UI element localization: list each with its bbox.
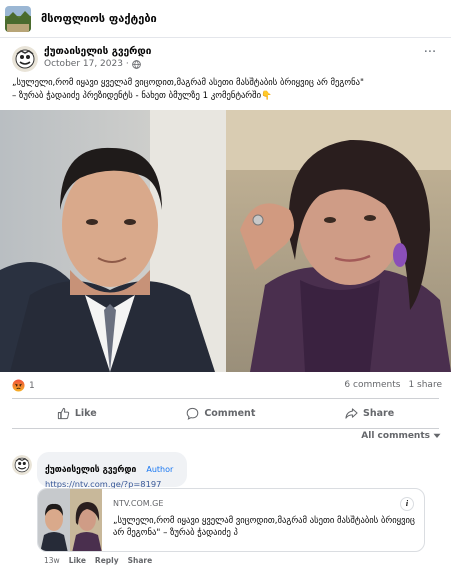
- reaction-count-group[interactable]: 1: [12, 379, 35, 392]
- like-label: Like: [74, 408, 97, 419]
- post-date[interactable]: October 17, 2023 ·: [44, 59, 129, 69]
- engagement-counts: 6 comments 1 share: [344, 380, 442, 390]
- comment-actions: 13w Like Reply Share: [44, 556, 152, 565]
- thumbs-up-icon: [57, 407, 69, 420]
- divider: [12, 428, 439, 429]
- comment-like-button[interactable]: Like: [69, 556, 86, 565]
- link-preview-thumbnail: [38, 489, 102, 551]
- comments-count[interactable]: 6 comments: [344, 380, 400, 390]
- share-button[interactable]: Share: [345, 407, 394, 420]
- link-preview-title: „სულელი,რომ იყავი ყველამ ვიცოდით,მაგრამ …: [113, 516, 415, 538]
- more-options-button[interactable]: ···: [421, 46, 439, 66]
- share-arrow-icon: [345, 408, 358, 419]
- divider: [12, 398, 439, 399]
- like-button[interactable]: Like: [57, 407, 97, 420]
- comment-author-avatar[interactable]: [12, 455, 32, 475]
- reaction-count: 1: [29, 380, 35, 391]
- post-text: „სულელი,რომ იყავი ყველამ ვიცოდით,მაგრამ …: [12, 77, 442, 102]
- link-preview-card[interactable]: NTV.COM.GE „სულელი,რომ იყავი ყველამ ვიცო…: [37, 488, 425, 552]
- comment-header: ქუთაისელის გვერდი Author: [45, 457, 179, 476]
- post-photo[interactable]: [0, 110, 451, 372]
- comment-time[interactable]: 13w: [44, 556, 60, 565]
- chevron-down-icon: [433, 433, 441, 438]
- comment-bubble: ქუთაისელის გვერდი Author https://ntv.com…: [37, 452, 187, 489]
- info-icon[interactable]: i: [400, 497, 414, 511]
- post-text-line-2: – ზურაბ ჭადაიძე პრეზიდენტს - ნახეთ ბმულზ…: [12, 90, 272, 101]
- author-avatar[interactable]: [12, 46, 38, 72]
- shares-count[interactable]: 1 share: [408, 380, 442, 390]
- comment-sort-dropdown[interactable]: All comments: [361, 431, 441, 441]
- comment-button[interactable]: Comment: [186, 407, 255, 420]
- globe-icon: [131, 59, 141, 69]
- comment-sort-label: All comments: [361, 431, 430, 441]
- post-actions: Like Comment Share: [12, 401, 439, 426]
- post-header: ქუთაისელის გვერდი October 17, 2023 · ···: [0, 44, 451, 74]
- comment-share-button[interactable]: Share: [128, 556, 153, 565]
- comment-author-name[interactable]: ქუთაისელის გვერდი: [45, 465, 136, 475]
- author-badge: Author: [146, 465, 174, 474]
- comment-label: Comment: [204, 408, 256, 419]
- post-author-name[interactable]: ქუთაისელის გვერდი: [44, 46, 151, 57]
- link-preview-domain: NTV.COM.GE: [113, 499, 164, 508]
- angry-reaction-icon: [12, 379, 25, 392]
- share-label: Share: [363, 408, 395, 419]
- comment-reply-button[interactable]: Reply: [95, 556, 119, 565]
- group-thumbnail[interactable]: [5, 5, 31, 32]
- group-name[interactable]: მსოფლიოს ფაქტები: [41, 12, 157, 25]
- group-header: მსოფლიოს ფაქტები: [0, 0, 451, 38]
- comment-icon: [187, 407, 199, 420]
- reactions-summary: 1 6 comments 1 share: [0, 376, 451, 396]
- post-text-line-1: „სულელი,რომ იყავი ყველამ ვიცოდით,მაგრამ …: [12, 78, 364, 88]
- post-meta: October 17, 2023 ·: [44, 59, 141, 69]
